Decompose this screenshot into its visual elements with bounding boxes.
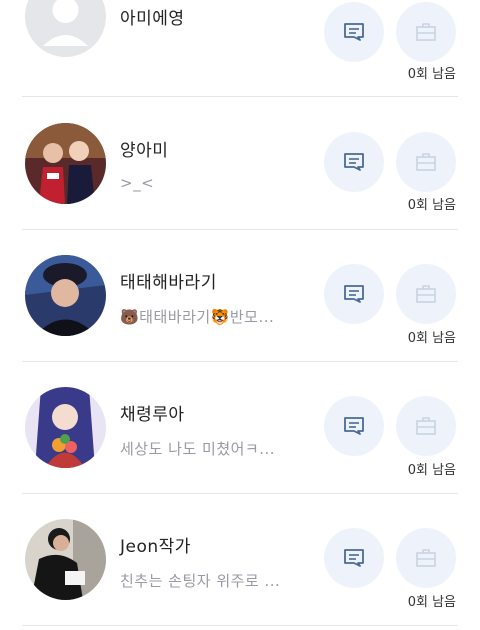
friend-status: >_< [120,174,155,192]
remaining-count: 0회 남음 [407,67,456,82]
default-avatar[interactable] [25,0,106,57]
gift-box-icon [416,549,436,567]
friend-row[interactable]: 채령루아 세상도 나도 미쳤어ㅋ... 0회 남음 [0,362,480,494]
photo-avatar[interactable] [25,519,106,600]
friend-row[interactable]: 아미에영 0회 남음 [0,0,480,102]
remaining-count: 0회 남음 [407,595,456,610]
gift-box-icon [416,417,436,435]
friend-name: 태태해바라기 [120,273,217,293]
photo-avatar[interactable] [25,123,106,204]
message-button[interactable] [324,132,384,192]
gift-button[interactable] [396,264,456,324]
gift-button[interactable] [396,2,456,62]
photo-avatar[interactable] [25,255,106,336]
message-button[interactable] [324,528,384,588]
friend-status: 세상도 나도 미쳤어ㅋ... [120,440,276,458]
friend-list: 아미에영 0회 남음 양아미 >_< 0회 남음 태태해바라기 🐻태태바라기🐯반… [0,0,480,630]
gift-box-icon [416,285,436,303]
message-icon [344,549,364,567]
friend-status: 🐻태태바라기🐯반모... [120,308,275,326]
friend-name: 아미에영 [120,9,185,29]
remaining-count: 0회 남음 [407,331,456,346]
message-icon [344,23,364,41]
friend-row[interactable]: 태태해바라기 🐻태태바라기🐯반모... 0회 남음 [0,230,480,362]
remaining-count: 0회 남음 [407,198,456,213]
divider [22,625,458,626]
message-button[interactable] [324,396,384,456]
friend-name: 양아미 [120,141,169,161]
message-icon [344,417,364,435]
gift-button[interactable] [396,528,456,588]
message-button[interactable] [324,264,384,324]
illustration-avatar[interactable] [25,387,106,468]
friend-row[interactable]: 양아미 >_< 0회 남음 [0,98,480,230]
friend-name: Jeon작가 [120,537,191,557]
message-icon [344,153,364,171]
gift-box-icon [416,153,436,171]
message-icon [344,285,364,303]
remaining-count: 0회 남음 [407,463,456,478]
friend-status: 친추는 손팅자 위주로 ... [120,572,281,590]
friend-row[interactable]: Jeon작가 친추는 손팅자 위주로 ... 0회 남음 [0,494,480,626]
gift-button[interactable] [396,396,456,456]
gift-button[interactable] [396,132,456,192]
friend-name: 채령루아 [120,405,185,425]
message-button[interactable] [324,2,384,62]
gift-box-icon [416,23,436,41]
divider [22,96,458,97]
